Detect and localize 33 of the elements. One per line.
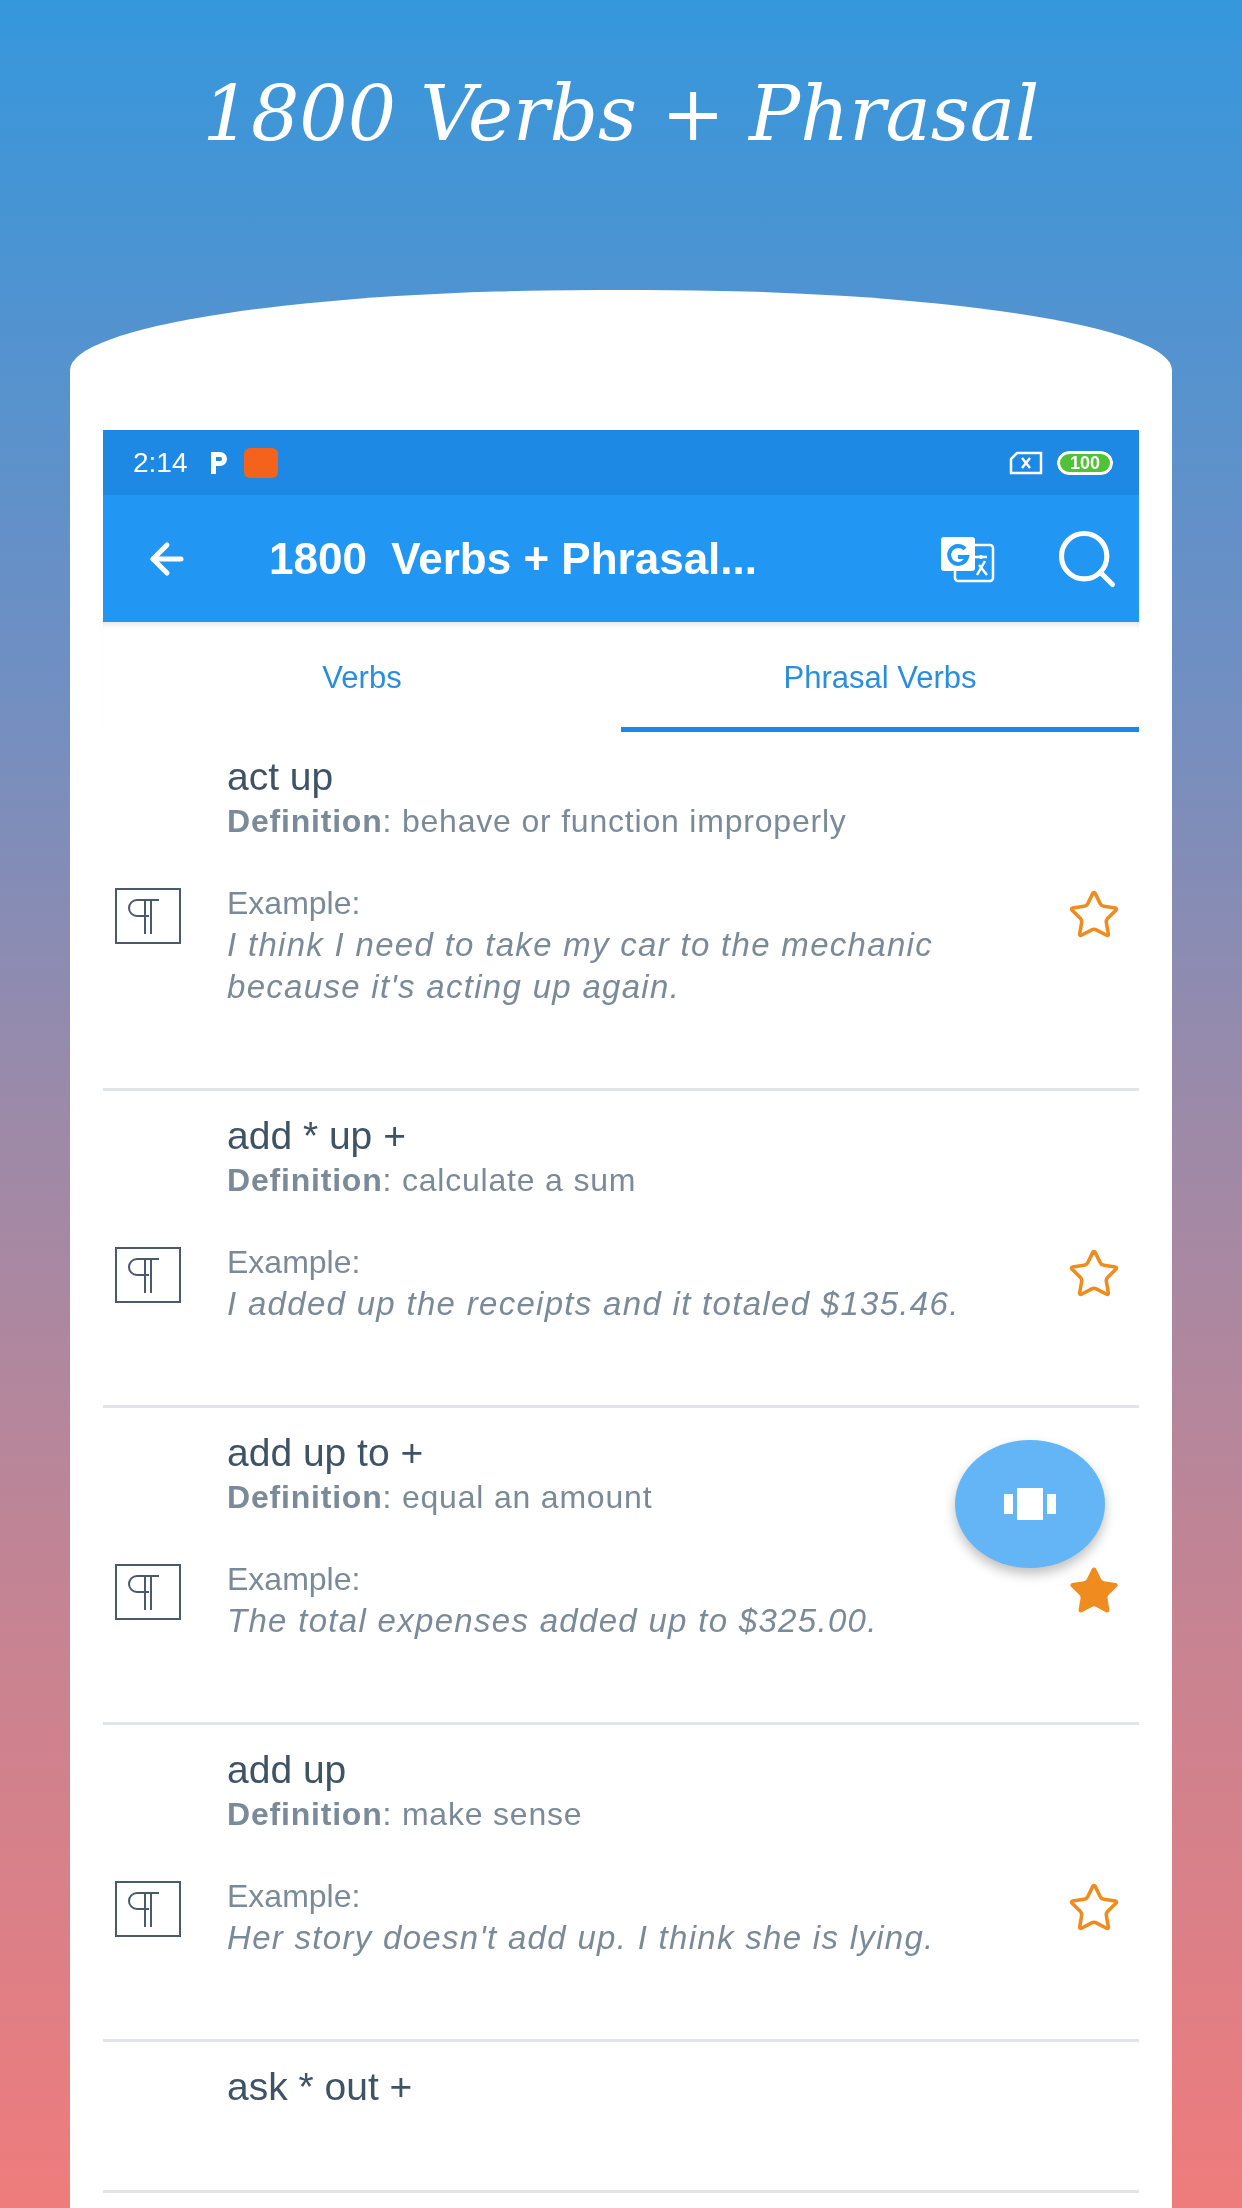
paragraph-icon — [115, 888, 181, 944]
headline: 1800 Verbs + Phrasal — [202, 68, 1040, 160]
example-label: Example: — [227, 884, 362, 923]
paragraph-icon — [115, 1881, 181, 1937]
example-sentence: The total expenses added up to $325.00. — [227, 1601, 879, 1641]
battery-indicator: 100 — [1056, 450, 1113, 475]
phrase: ask * out + — [227, 2064, 413, 2110]
phrase: add up — [227, 1747, 347, 1793]
definition: Definition: calculate a sum — [227, 1161, 637, 1200]
example-sentence: I added up the receipts and it totaled $135.46. — [227, 1284, 961, 1324]
phrase: add up to + — [227, 1430, 424, 1476]
example-sentence: I think I need to take my car to the mechanic because it's acting up again. — [227, 925, 934, 1007]
sim-card-icon — [1008, 450, 1043, 475]
example-sentence: Her story doesn't add up. I think she is lying. — [227, 1918, 936, 1958]
phrase: add * up + — [227, 1113, 406, 1159]
tab[interactable]: Verbs — [103, 622, 621, 732]
paragraph-icon — [115, 1247, 181, 1303]
definition: Definition: behave or function improperly — [227, 802, 847, 841]
tab[interactable]: Phrasal Verbs — [621, 622, 1139, 732]
example-label: Example: — [227, 1243, 362, 1282]
definition: Definition: equal an amount — [227, 1478, 653, 1517]
status-time: 2:14 — [133, 446, 188, 479]
example-label: Example: — [227, 1877, 362, 1916]
translate-icon — [939, 534, 995, 583]
app-title: 1800 Verbs + Phrasal... — [269, 533, 758, 584]
phrase: act up — [227, 754, 334, 800]
definition: Definition: make sense — [227, 1795, 583, 1834]
carousel-icon — [1002, 1486, 1058, 1522]
paragraph-icon — [115, 1564, 181, 1620]
app-notification-icon — [243, 447, 278, 478]
example-label: Example: — [227, 1560, 362, 1599]
translate-button[interactable] — [939, 534, 995, 583]
carousel-button[interactable] — [955, 1440, 1105, 1568]
